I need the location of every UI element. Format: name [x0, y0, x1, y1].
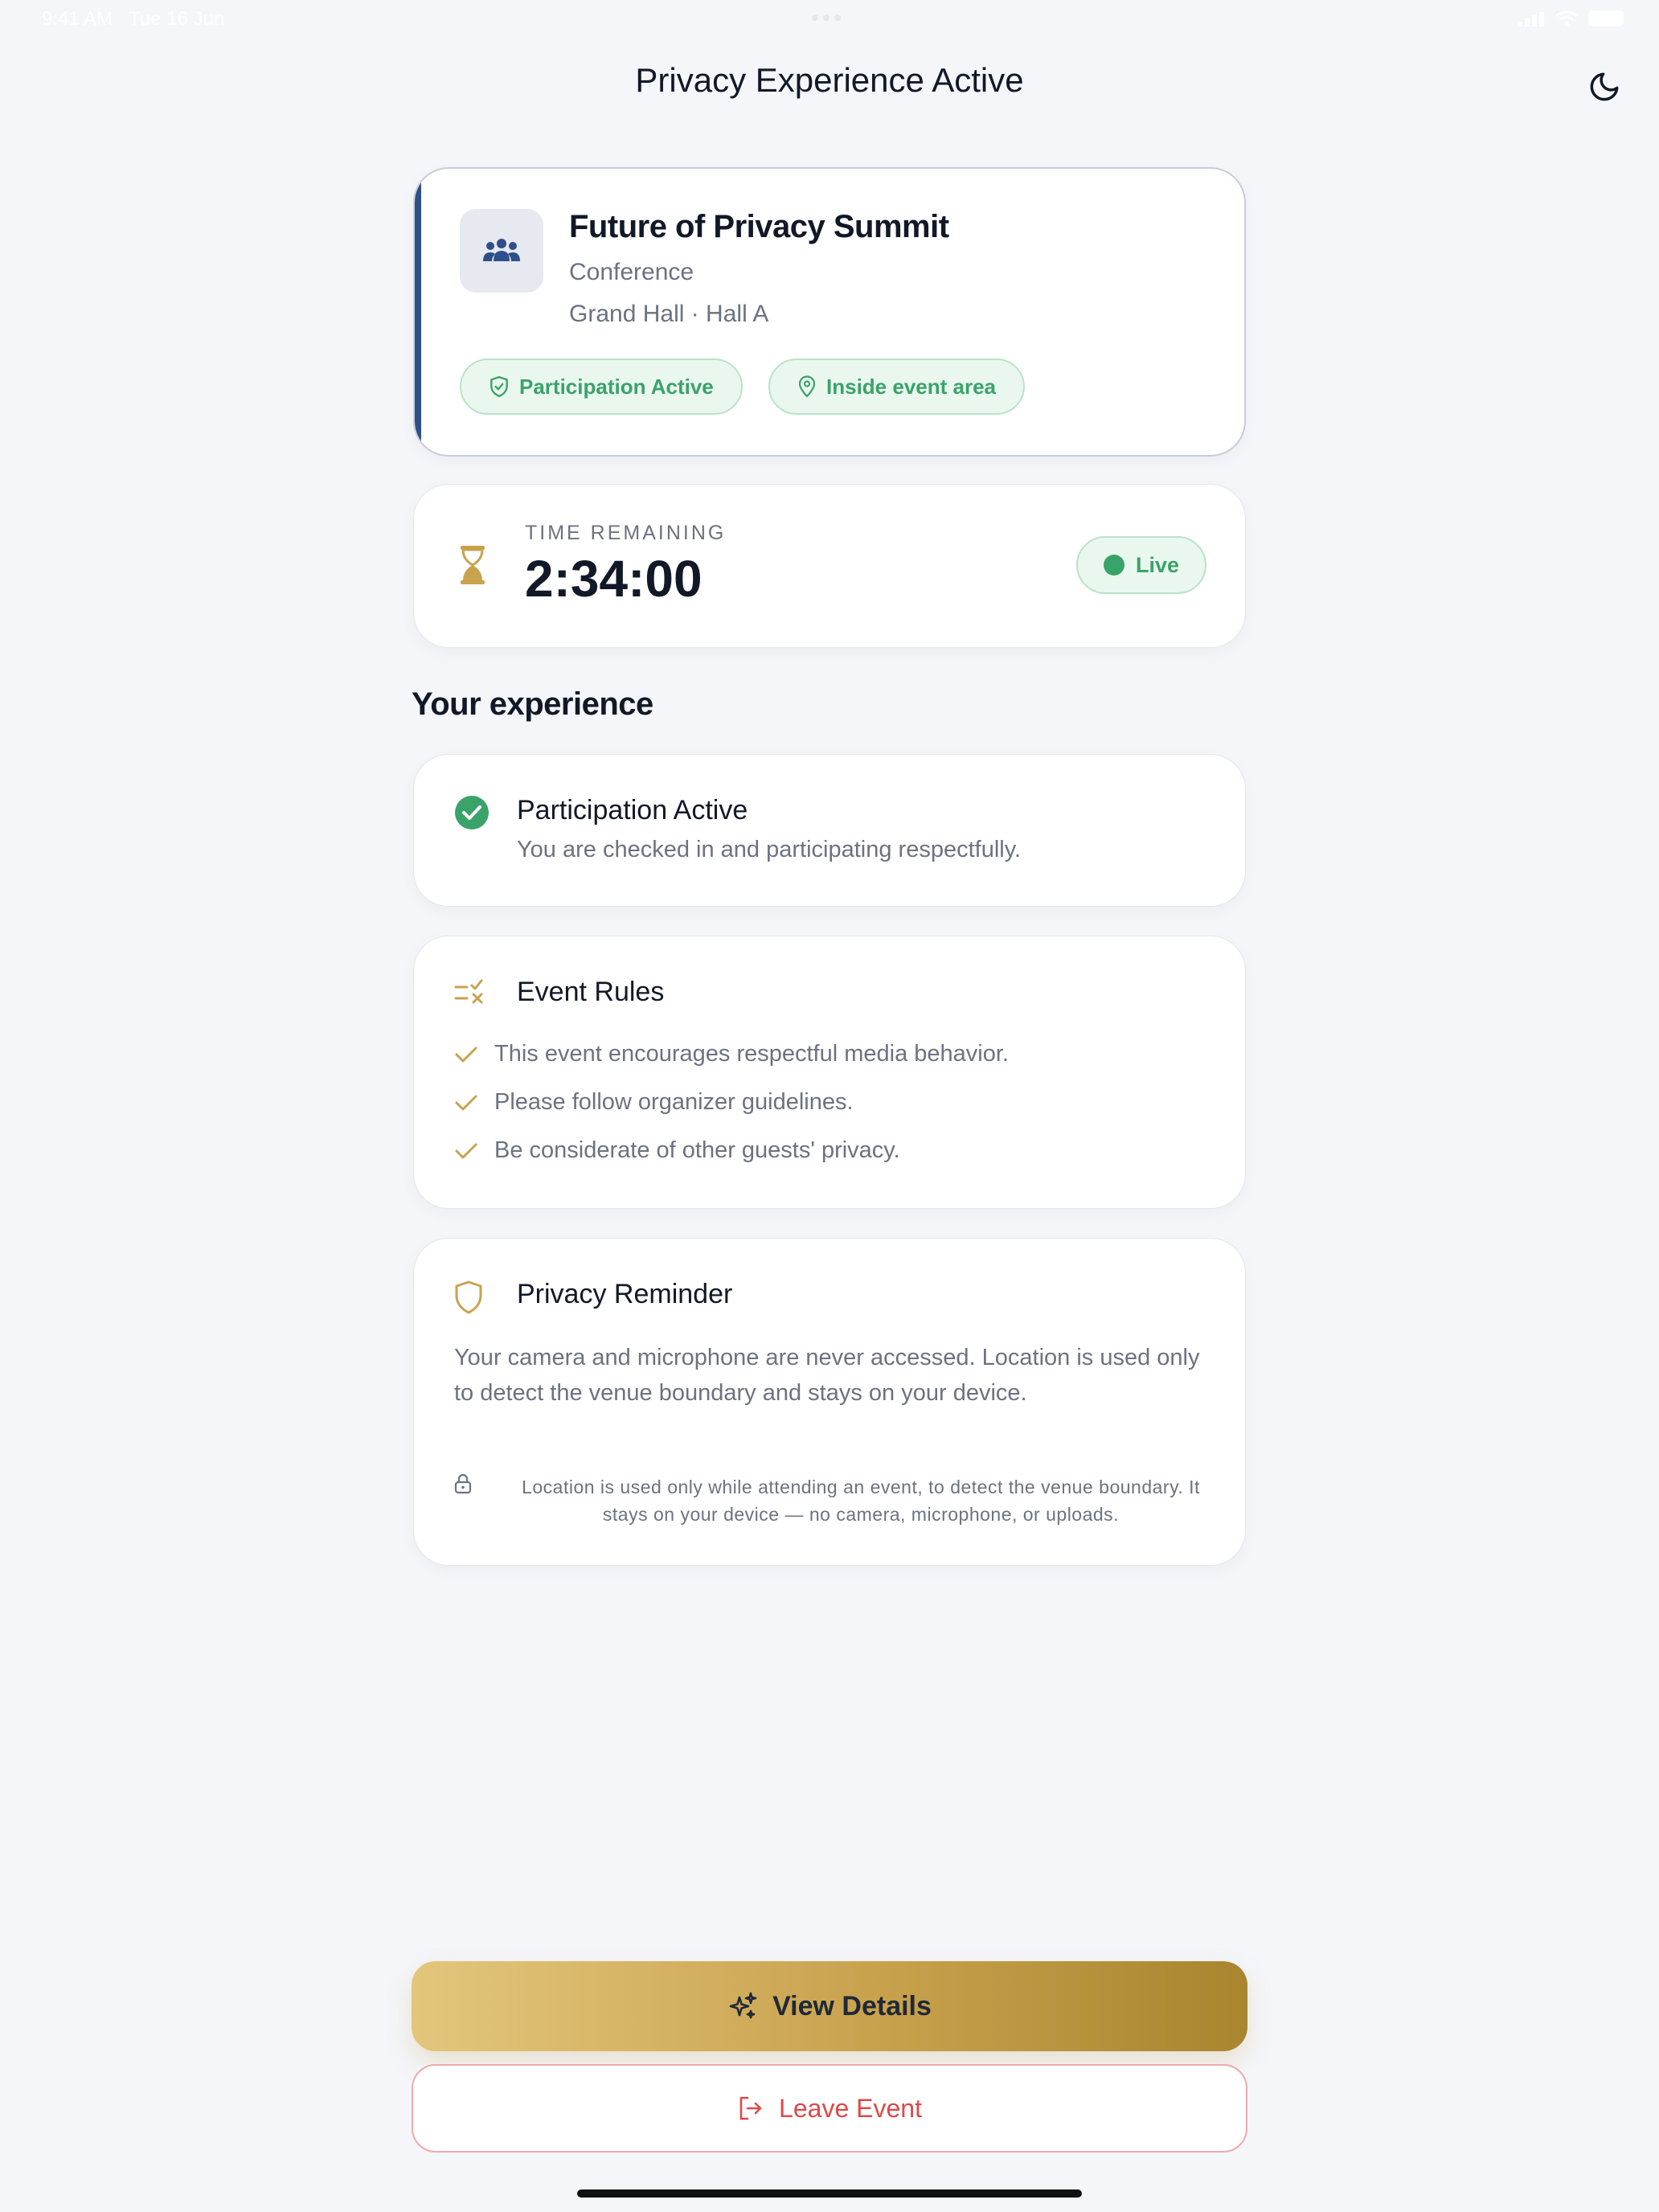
privacy-reminder-title: Privacy Reminder: [517, 1279, 733, 1309]
checkmark-icon: [455, 1095, 477, 1110]
rule-text: Be considerate of other guests' privacy.: [494, 1137, 900, 1163]
event-card[interactable]: Future of Privacy Summit Conference Gran…: [413, 167, 1246, 457]
rule-item: Be considerate of other guests' privacy.: [454, 1137, 900, 1164]
sparkles-icon: [729, 1992, 757, 2019]
page-title: Privacy Experience Active: [635, 61, 1024, 99]
inside-area-badge: Inside event area: [768, 358, 1025, 415]
participation-badge-label: Participation Active: [519, 374, 714, 399]
event-name: Future of Privacy Summit: [569, 209, 949, 244]
privacy-reminder-card: Privacy Reminder Your camera and microph…: [413, 1238, 1246, 1566]
section-heading: Your experience: [412, 686, 653, 722]
participation-description: You are checked in and participating res…: [517, 837, 1022, 862]
event-accent-bar: [415, 169, 421, 455]
theme-toggle-button[interactable]: [1582, 64, 1627, 109]
status-icons: [1518, 10, 1624, 27]
leave-event-button[interactable]: Leave Event: [412, 2064, 1247, 2153]
view-details-button[interactable]: View Details: [412, 1961, 1247, 2051]
view-details-label: View Details: [772, 1990, 932, 2022]
event-rules-card: Event Rules This event encourages respec…: [413, 936, 1246, 1209]
shield-check-icon: [490, 375, 508, 398]
timer-card: TIME REMAINING 2:34:00 Live: [413, 484, 1246, 648]
multitasking-dots-icon[interactable]: [812, 14, 841, 21]
shield-icon: [455, 1280, 482, 1314]
battery-icon: [1588, 10, 1624, 27]
event-icon-tile: [460, 209, 543, 293]
location-pin-icon: [798, 375, 816, 398]
privacy-reminder-body: Your camera and microphone are never acc…: [454, 1345, 1200, 1406]
home-indicator[interactable]: [577, 2189, 1082, 2198]
timer-value: 2:34:00: [525, 550, 703, 608]
rule-text: This event encourages respectful media b…: [494, 1041, 1009, 1067]
leave-event-label: Leave Event: [779, 2093, 922, 2123]
live-dot-icon: [1103, 555, 1124, 576]
moon-icon: [1590, 72, 1619, 101]
event-location: Grand Hall · Hall A: [569, 301, 769, 327]
check-circle-icon: [455, 796, 489, 830]
checkmark-icon: [455, 1047, 477, 1062]
rule-text: Please follow organizer guidelines.: [494, 1089, 854, 1115]
hourglass-icon: [461, 546, 485, 584]
participation-title: Participation Active: [517, 795, 748, 825]
participation-card: Participation Active You are checked in …: [413, 754, 1246, 907]
rules-list-icon: [454, 979, 483, 1004]
live-status-label: Live: [1135, 552, 1180, 577]
rule-item: This event encourages respectful media b…: [454, 1041, 1009, 1067]
timer-label: TIME REMAINING: [525, 522, 727, 544]
signal-icon: [1518, 12, 1544, 27]
event-type: Conference: [569, 259, 694, 285]
status-time: 9:41 AM Tue 16 Jun: [42, 8, 225, 30]
wifi-icon: [1555, 10, 1578, 27]
status-bar: 9:41 AM Tue 16 Jun: [0, 0, 1659, 39]
privacy-note: Location is used only while attending an…: [522, 1477, 1200, 1525]
rule-item: Please follow organizer guidelines.: [454, 1089, 854, 1116]
people-icon: [483, 239, 520, 261]
event-rules-title: Event Rules: [517, 977, 665, 1007]
lock-icon: [454, 1473, 472, 1494]
inside-area-badge-label: Inside event area: [826, 374, 996, 399]
exit-icon: [739, 2096, 762, 2120]
live-status-badge: Live: [1076, 536, 1206, 594]
checkmark-icon: [455, 1143, 477, 1158]
participation-badge: Participation Active: [460, 358, 743, 415]
